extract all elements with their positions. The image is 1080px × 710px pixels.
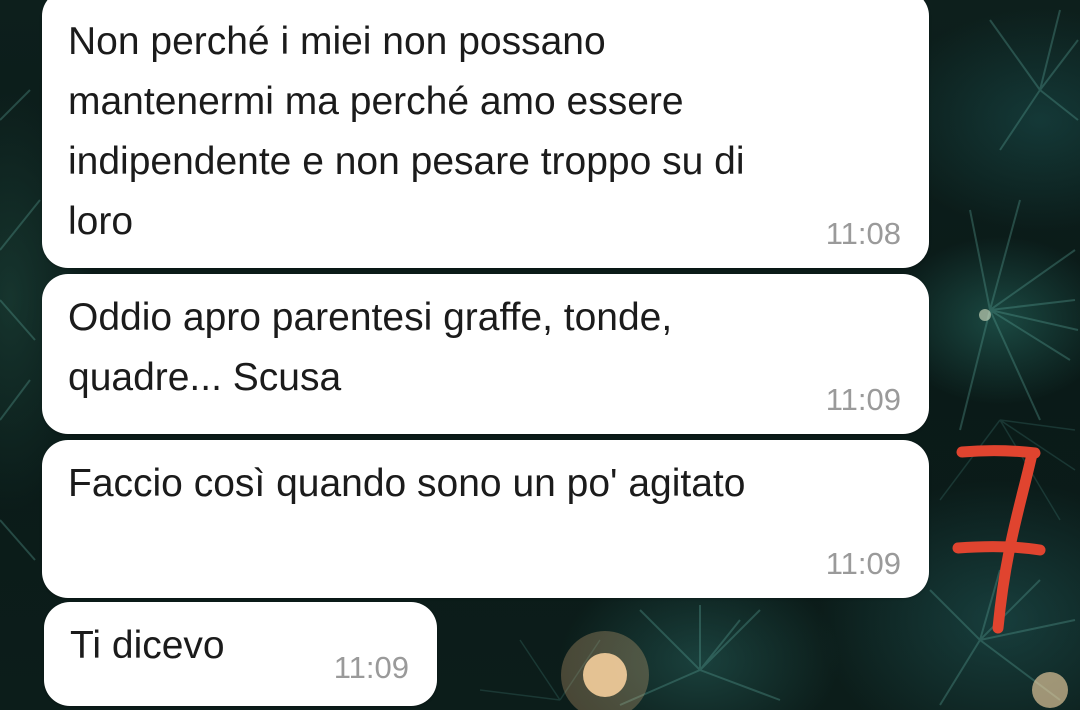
handwritten-seven-mark — [952, 445, 1046, 634]
message-timestamp: 11:09 — [825, 546, 901, 581]
message-timestamp: 11:09 — [825, 382, 901, 417]
message-bubble[interactable]: Non perché i miei non possano mantenermi… — [42, 0, 929, 268]
message-text: Faccio così quando sono un po' agitato — [68, 462, 746, 505]
message-timestamp: 11:08 — [825, 216, 901, 251]
message-bubble[interactable]: Faccio così quando sono un po' agitato 1… — [42, 440, 929, 598]
message-bubble[interactable]: Oddio apro parentesi graffe, tonde, quad… — [42, 274, 929, 434]
message-bubble[interactable]: Ti dicevo 11:09 — [44, 602, 437, 706]
message-timestamp: 11:09 — [333, 650, 409, 685]
message-text: Non perché i miei non possano mantenermi… — [68, 20, 745, 243]
message-text: Oddio apro parentesi graffe, tonde, quad… — [68, 296, 673, 399]
